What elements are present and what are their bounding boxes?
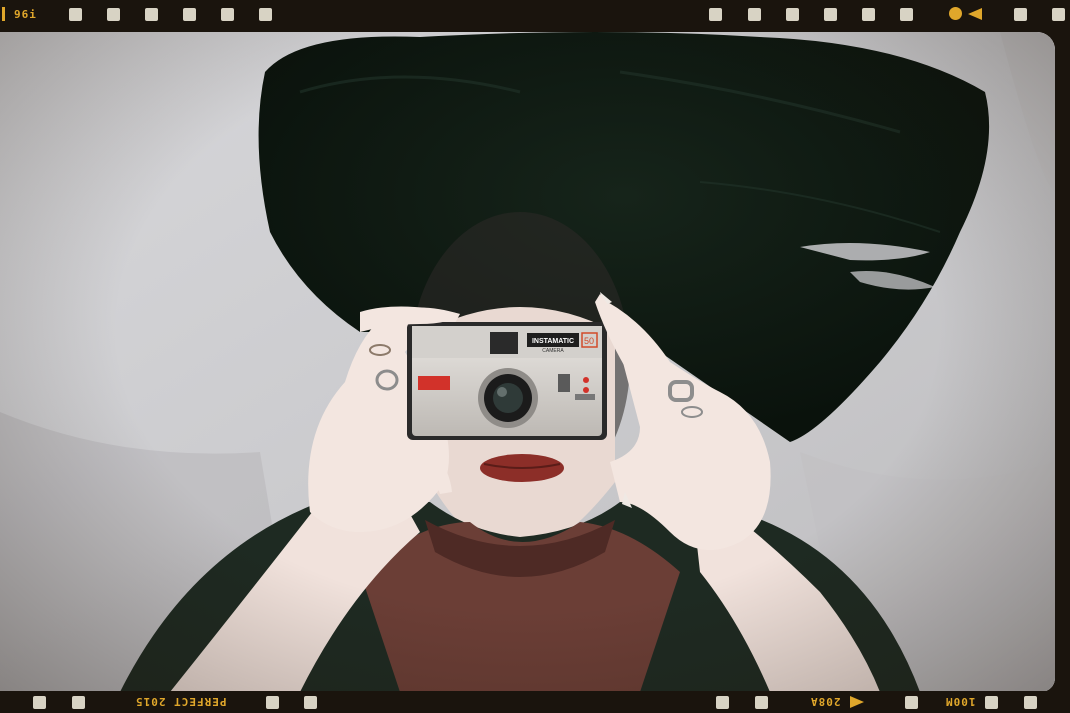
sprocket-hole <box>304 696 317 709</box>
frame-code-bottom: 208A <box>810 695 841 708</box>
sprocket-hole <box>221 8 234 21</box>
sprocket-hole <box>748 8 761 21</box>
sprocket-hole <box>900 8 913 21</box>
frame-arrow-icon <box>850 696 864 708</box>
frame-dot-icon <box>949 7 962 20</box>
sprocket-hole <box>145 8 158 21</box>
sprocket-hole <box>69 8 82 21</box>
sprocket-hole <box>985 696 998 709</box>
sprocket-hole <box>905 696 918 709</box>
sprocket-hole <box>107 8 120 21</box>
sprocket-hole <box>1052 8 1065 21</box>
sprocket-hole <box>259 8 272 21</box>
photo: INSTAMATIC CAMERA 50 <box>0 32 1055 692</box>
sprocket-hole <box>266 696 279 709</box>
film-strip-bottom: PERFECT 2015 208A 100M <box>0 691 1070 713</box>
film-strip-top: 96i <box>0 0 1070 30</box>
sprocket-hole <box>824 8 837 21</box>
camera-brand: INSTAMATIC <box>532 338 574 345</box>
sprocket-hole <box>72 696 85 709</box>
camera-logo <box>418 376 450 390</box>
film-brand-text: PERFECT 2015 <box>135 695 227 708</box>
viewfinder <box>490 332 518 354</box>
sprocket-hole <box>709 8 722 21</box>
sprocket-hole <box>1024 696 1037 709</box>
sprocket-hole <box>755 696 768 709</box>
frame-arrow-icon <box>968 8 982 20</box>
sprocket-hole <box>183 8 196 21</box>
camera-model: 50 <box>584 336 594 346</box>
sprocket-hole <box>33 696 46 709</box>
film-frame: 96i INSTAMATIC CAMERA 50 PERFECT 2015 20… <box>0 0 1070 713</box>
portrait-illustration: INSTAMATIC CAMERA 50 <box>0 32 1055 692</box>
sprocket-hole <box>862 8 875 21</box>
instamatic-camera: INSTAMATIC CAMERA 50 <box>407 322 607 440</box>
sprocket-hole <box>786 8 799 21</box>
sprocket-hole <box>716 696 729 709</box>
film-marker-icon <box>2 7 5 21</box>
frame-code-top: 96i <box>14 8 37 21</box>
sprocket-hole <box>1014 8 1027 21</box>
camera-subtext: CAMERA <box>542 348 564 354</box>
film-speed-text: 100M <box>945 695 976 708</box>
